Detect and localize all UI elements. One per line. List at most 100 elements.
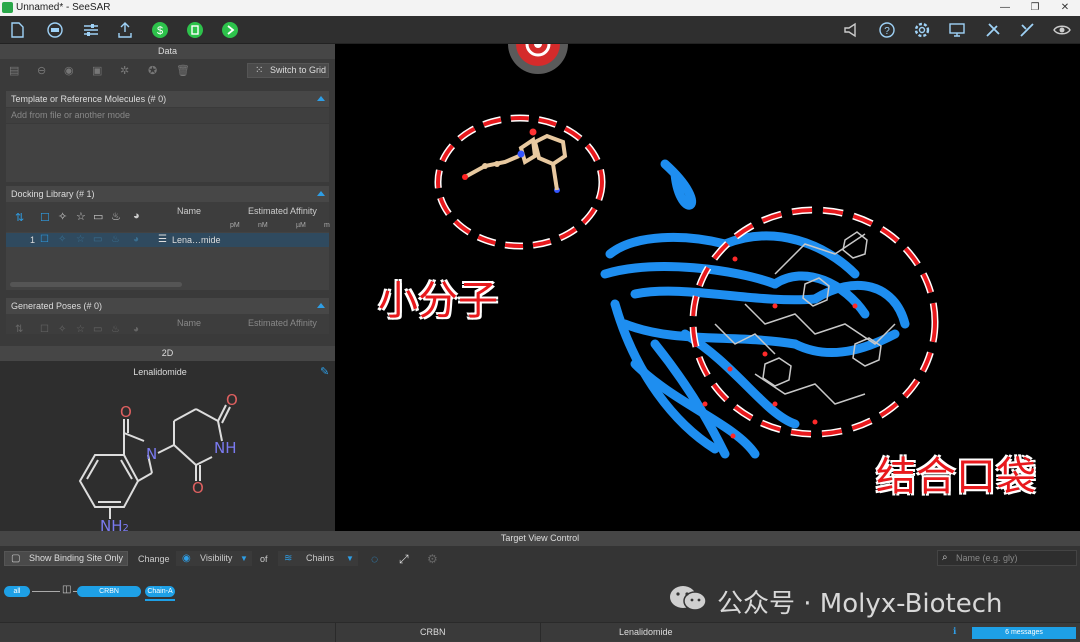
col-name[interactable]: Name xyxy=(177,206,201,216)
chain-icon: ≋ xyxy=(284,553,293,564)
calculator-icon[interactable]: ▤ xyxy=(9,64,19,77)
comment-icon[interactable]: ▭ xyxy=(93,210,103,223)
title-bar: Unnamed* - SeeSAR — ❐ ✕ xyxy=(0,0,1080,16)
file-icon[interactable] xyxy=(6,19,28,41)
app-icon xyxy=(2,2,13,13)
template-drop-field[interactable]: Add from file or another mode xyxy=(6,108,329,123)
col-affinity[interactable]: Estimated Affinity xyxy=(248,206,317,216)
fire-icon[interactable]: ♨ xyxy=(111,210,121,223)
row-comment-icon[interactable]: ▭ xyxy=(93,234,102,245)
dollar-mode-icon[interactable]: $ xyxy=(149,19,171,41)
visibility-dropdown[interactable]: ◉ Visibility ▼ xyxy=(176,551,252,566)
horizontal-scrollbar[interactable] xyxy=(10,282,182,287)
upload-icon[interactable] xyxy=(114,19,136,41)
comment-icon[interactable]: ▭ xyxy=(93,324,102,334)
atom-o3: O xyxy=(192,479,204,497)
left-panel: Data ▤ ⊖ ◉ ▣ ✲ ✪ 🗑 ⁙ Switch to Grid Temp… xyxy=(0,44,335,531)
trash-icon[interactable]: 🗑 xyxy=(176,64,190,77)
chain-a-underline xyxy=(145,599,175,601)
unit-um: µM xyxy=(296,222,306,229)
star-badge-icon[interactable]: ✪ xyxy=(148,64,157,77)
tools-icon[interactable] xyxy=(982,19,1004,41)
info-icon[interactable]: ℹ xyxy=(953,626,956,637)
sort-icon[interactable]: ⇅ xyxy=(15,211,24,224)
collapse-icon[interactable] xyxy=(317,191,325,196)
tree-chain-a-node[interactable]: Chain-A xyxy=(145,586,175,597)
minimize-icon[interactable]: — xyxy=(990,0,1020,16)
col-affinity[interactable]: Estimated Affinity xyxy=(248,318,317,328)
sort-icon[interactable]: ⇅ xyxy=(15,324,23,334)
tools2-icon[interactable] xyxy=(1016,19,1038,41)
settings-icon[interactable] xyxy=(911,19,933,41)
sliders-icon[interactable] xyxy=(80,19,102,41)
refresh-icon[interactable]: ◌ xyxy=(371,552,378,566)
star-icon[interactable]: ☆ xyxy=(76,324,85,334)
next-mode-icon[interactable] xyxy=(219,19,241,41)
chevron-down-icon: ▼ xyxy=(346,554,354,563)
collapse-icon[interactable] xyxy=(317,96,325,101)
restore-icon[interactable]: ❐ xyxy=(1020,0,1050,16)
settings-icon[interactable]: ⚙ xyxy=(427,552,438,566)
row-star-icon[interactable]: ☆ xyxy=(76,234,85,245)
template-section-header[interactable]: Template or Reference Molecules (# 0) xyxy=(6,91,329,107)
status-divider xyxy=(335,623,336,642)
fire-icon[interactable]: ♨ xyxy=(111,324,120,334)
col-name[interactable]: Name xyxy=(177,318,201,328)
atom-n1: N xyxy=(146,445,157,463)
unit-pm: pM xyxy=(230,222,240,229)
transform-icon[interactable]: ✲ xyxy=(120,64,129,77)
template-list-area xyxy=(6,124,329,182)
status-ligand[interactable]: Lenalidomide xyxy=(619,627,673,637)
monitor-icon[interactable] xyxy=(946,19,968,41)
poses-section-header[interactable]: Generated Poses (# 0) xyxy=(6,298,329,314)
tree-crbn-node[interactable]: CRBN xyxy=(77,586,141,597)
view-icon[interactable]: ◉ xyxy=(64,64,74,77)
palette-icon[interactable]: ◕ xyxy=(133,210,140,222)
select-all-icon[interactable]: ☐ xyxy=(40,211,50,224)
row-pin-icon[interactable]: ✧ xyxy=(58,234,66,245)
pin-icon[interactable]: ✎ xyxy=(320,365,329,378)
messages-button[interactable]: 6 messages xyxy=(972,627,1076,639)
row-checkbox[interactable]: ☐ xyxy=(40,234,49,245)
project-icon[interactable] xyxy=(44,19,66,41)
show-binding-site-only-toggle[interactable]: ▢ Show Binding Site Only xyxy=(4,551,128,566)
chains-label: Chains xyxy=(306,553,335,563)
atom-nh2: NH2 xyxy=(100,517,129,531)
tree-connector xyxy=(32,591,60,592)
pin-icon[interactable]: ✧ xyxy=(58,324,66,334)
row-palette-icon[interactable]: ◕ xyxy=(133,234,139,245)
docking-section-header[interactable]: Docking Library (# 1) xyxy=(6,186,329,202)
help-icon[interactable]: ? xyxy=(876,19,898,41)
collapse-icon[interactable] xyxy=(317,303,325,308)
close-icon[interactable]: ✕ xyxy=(1050,0,1080,16)
remove-icon[interactable]: ⊖ xyxy=(37,64,46,77)
small-molecule-label: 小分子 xyxy=(378,278,498,324)
3d-viewer[interactable]: 小分子 结合口袋 xyxy=(335,44,1080,531)
star-icon[interactable]: ☆ xyxy=(76,210,86,223)
select-all-icon[interactable]: ☐ xyxy=(40,324,49,334)
switch-to-grid-button[interactable]: ⁙ Switch to Grid xyxy=(247,63,329,78)
table-row[interactable]: 1 ☐ ✧ ☆ ▭ ♨ ◕ ☰ Lena…mide xyxy=(6,233,329,247)
svg-text:$: $ xyxy=(157,25,163,37)
visibility-label: Visibility xyxy=(200,553,233,563)
palette-icon[interactable]: ◕ xyxy=(133,324,139,334)
status-crbn[interactable]: CRBN xyxy=(420,627,446,637)
poses-section-title: Generated Poses (# 0) xyxy=(11,301,103,311)
tree-all-node[interactable]: all xyxy=(4,586,30,597)
eye-icon[interactable] xyxy=(1051,19,1073,41)
connect-icon[interactable]: ⤢ xyxy=(399,552,409,567)
nh2-label: NH xyxy=(100,517,123,531)
molecule-name: Lenalidomide xyxy=(133,367,187,377)
pin-icon[interactable]: ✧ xyxy=(58,210,67,223)
panel-2d: Lenalidomide ✎ O N O NH O NH2 xyxy=(0,361,335,531)
tvc-header: Target View Control xyxy=(0,531,1080,546)
protein-mode-icon[interactable] xyxy=(184,19,206,41)
chains-dropdown[interactable]: ≋ Chains ▼ xyxy=(278,551,358,566)
binding-pocket-label: 结合口袋 xyxy=(876,454,1036,500)
residue-search-input[interactable]: ⌕ Name (e.g. gly) xyxy=(937,550,1077,566)
watermark-text: 公众号 · Molyx-Biotech xyxy=(717,589,1003,619)
row-name[interactable]: Lena…mide xyxy=(172,235,221,245)
row-fire-icon[interactable]: ♨ xyxy=(111,234,120,245)
announce-icon[interactable] xyxy=(840,19,862,41)
save-icon[interactable]: ▣ xyxy=(92,64,102,77)
